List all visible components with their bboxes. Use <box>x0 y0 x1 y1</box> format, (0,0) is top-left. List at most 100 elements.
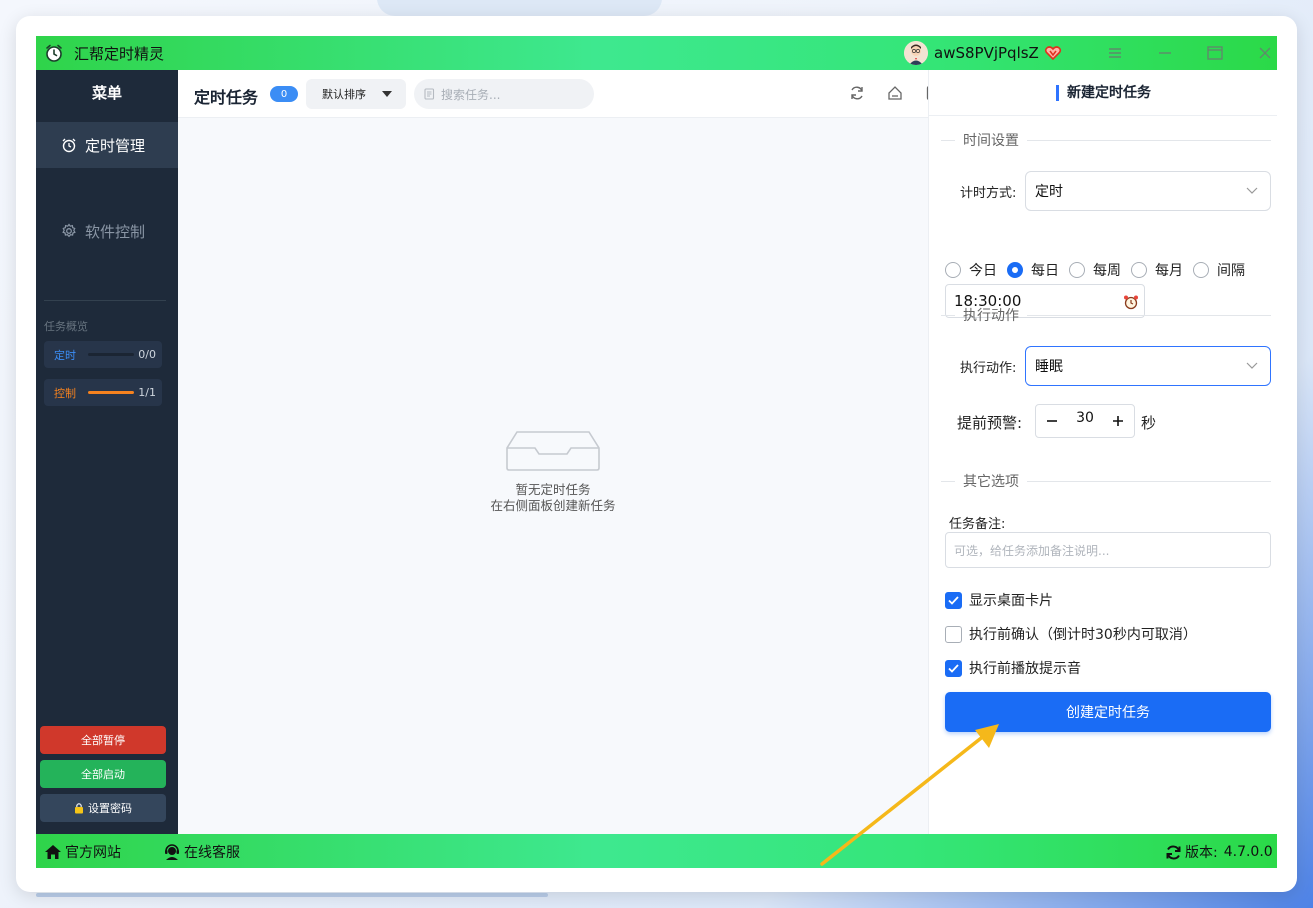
empty-hint: 在右侧面板创建新任务 <box>490 498 616 513</box>
caret-down-icon <box>382 91 392 97</box>
panel-header: 新建定时任务 <box>929 70 1277 116</box>
radio-daily[interactable]: 每日 <box>1007 260 1059 280</box>
radio-label: 今日 <box>969 263 997 279</box>
sync-icon <box>1164 843 1182 861</box>
note-input[interactable]: 可选，给任务添加备注说明... <box>945 532 1271 568</box>
task-list-header: 定时任务 0 默认排序 搜索任务... <box>178 70 940 118</box>
sidebar-item-timer-management[interactable]: 定时管理 <box>36 122 178 168</box>
avatar[interactable] <box>904 41 928 65</box>
panel-title: 新建定时任务 <box>1056 84 1151 101</box>
vip-heart-icon[interactable] <box>1044 44 1062 62</box>
search-placeholder: 搜索任务... <box>441 87 501 102</box>
stat-label: 定时 <box>54 348 76 362</box>
minimize-icon[interactable] <box>1152 40 1178 66</box>
radio-weekly[interactable]: 每周 <box>1069 260 1121 280</box>
radio-interval[interactable]: 间隔 <box>1193 260 1245 280</box>
maximize-icon[interactable] <box>1202 40 1228 66</box>
timing-mode-select[interactable]: 定时 <box>1025 171 1271 211</box>
radio-button[interactable] <box>1193 262 1209 278</box>
sort-label: 默认排序 <box>322 88 366 101</box>
decrement-button[interactable] <box>1036 405 1068 437</box>
lock-icon <box>74 802 84 814</box>
official-website-label: 官方网站 <box>65 845 121 861</box>
radio-button[interactable] <box>945 262 961 278</box>
checkbox[interactable] <box>945 591 962 609</box>
app-window: 汇帮定时精灵 awS8PVjPqlsZ 菜单 定时管理 软件控制 任务概览 定时… <box>36 36 1277 868</box>
section-title: 时间设置 <box>963 133 1019 149</box>
timing-mode-value: 定时 <box>1035 184 1063 200</box>
create-task-button[interactable]: 创建定时任务 <box>945 692 1271 732</box>
increment-button[interactable] <box>1102 405 1134 437</box>
stat-timer: 定时 0/0 <box>44 341 162 368</box>
menu-icon[interactable] <box>1102 40 1128 66</box>
search-input[interactable]: 搜索任务... <box>414 79 594 109</box>
stat-control: 控制 1/1 <box>44 379 162 406</box>
task-count-badge: 0 <box>270 86 298 102</box>
section-time-settings: 时间设置 <box>941 130 1271 150</box>
pause-all-button[interactable]: 全部暂停 <box>40 726 166 754</box>
radio-today[interactable]: 今日 <box>945 260 997 280</box>
warning-seconds-stepper[interactable]: 30 <box>1035 404 1135 438</box>
checkbox[interactable] <box>945 659 962 677</box>
app-title: 汇帮定时精灵 <box>74 44 165 63</box>
section-title: 执行动作 <box>963 308 1019 324</box>
checkbox-label: 执行前确认（倒计时30秒内可取消） <box>969 627 1197 643</box>
radio-button[interactable] <box>1007 262 1023 278</box>
warning-label: 提前预警: <box>957 414 1023 432</box>
close-icon[interactable] <box>1252 40 1277 66</box>
checkbox-play-sound[interactable]: 执行前播放提示音 <box>945 658 1081 678</box>
radio-monthly[interactable]: 每月 <box>1131 260 1183 280</box>
checkbox-show-desktop-card[interactable]: 显示桌面卡片 <box>945 590 1053 610</box>
radio-button[interactable] <box>1069 262 1085 278</box>
sort-dropdown[interactable]: 默认排序 <box>306 79 406 109</box>
sidebar-divider <box>44 300 166 301</box>
chevron-down-icon <box>1246 184 1258 196</box>
new-task-panel: 新建定时任务 时间设置 计时方式: 定时 今日 每日 每周 每月 间隔 18:3… <box>928 70 1277 834</box>
radio-label: 每周 <box>1093 263 1121 279</box>
radio-button[interactable] <box>1131 262 1147 278</box>
online-support-link[interactable]: 在线客服 <box>163 842 240 862</box>
official-website-link[interactable]: 官方网站 <box>44 842 121 862</box>
background-scrollbar <box>36 893 548 897</box>
action-label: 执行动作: <box>960 361 1017 376</box>
section-action: 执行动作 <box>941 305 1271 325</box>
empty-message: 暂无定时任务 <box>515 482 591 497</box>
clear-icon[interactable] <box>886 84 904 102</box>
search-document-icon <box>424 88 435 100</box>
radio-label: 每日 <box>1031 263 1059 279</box>
sidebar-item-software-control[interactable]: 软件控制 <box>36 208 178 254</box>
user-account[interactable]: awS8PVjPqlsZ <box>904 40 1062 66</box>
set-password-button[interactable]: 设置密码 <box>40 794 166 822</box>
set-password-label: 设置密码 <box>88 802 132 815</box>
action-select[interactable]: 睡眠 <box>1025 346 1271 386</box>
background-browser-tab <box>377 0 662 16</box>
alarm-clock-logo-icon <box>43 42 65 64</box>
note-placeholder: 可选，给任务添加备注说明... <box>954 543 1110 558</box>
task-list-panel: 定时任务 0 默认排序 搜索任务... 暂无定时任务 在右侧面板创建新任务 <box>178 70 940 834</box>
footer-bar: 官方网站 在线客服 版本: 4.7.0.0 <box>36 834 1277 868</box>
menu-title: 菜单 <box>91 84 122 102</box>
sidebar-item-label: 定时管理 <box>85 136 146 155</box>
warning-value[interactable]: 30 <box>1068 410 1102 426</box>
chevron-down-icon <box>1246 359 1258 371</box>
refresh-icon[interactable] <box>848 84 866 102</box>
stat-label: 控制 <box>54 386 76 400</box>
stat-count: 0/0 <box>138 348 156 361</box>
radio-label: 间隔 <box>1217 263 1245 279</box>
stat-progress-bar <box>88 391 135 394</box>
version-number: 4.7.0.0 <box>1223 844 1273 860</box>
empty-state: 暂无定时任务 在右侧面板创建新任务 <box>178 430 928 514</box>
checkbox[interactable] <box>945 625 962 643</box>
warning-unit: 秒 <box>1141 414 1157 432</box>
section-other-options: 其它选项 <box>941 471 1271 491</box>
timing-mode-label: 计时方式: <box>960 186 1017 201</box>
checkbox-label: 显示桌面卡片 <box>969 593 1053 609</box>
title-bar[interactable]: 汇帮定时精灵 awS8PVjPqlsZ <box>36 36 1277 70</box>
sidebar-item-label: 软件控制 <box>85 222 146 241</box>
alarm-clock-icon <box>61 137 77 153</box>
empty-inbox-icon <box>505 430 601 472</box>
stat-count: 1/1 <box>138 386 156 399</box>
version-info[interactable]: 版本: 4.7.0.0 <box>1164 842 1273 862</box>
checkbox-confirm-before-execute[interactable]: 执行前确认（倒计时30秒内可取消） <box>945 624 1197 644</box>
start-all-button[interactable]: 全部启动 <box>40 760 166 788</box>
